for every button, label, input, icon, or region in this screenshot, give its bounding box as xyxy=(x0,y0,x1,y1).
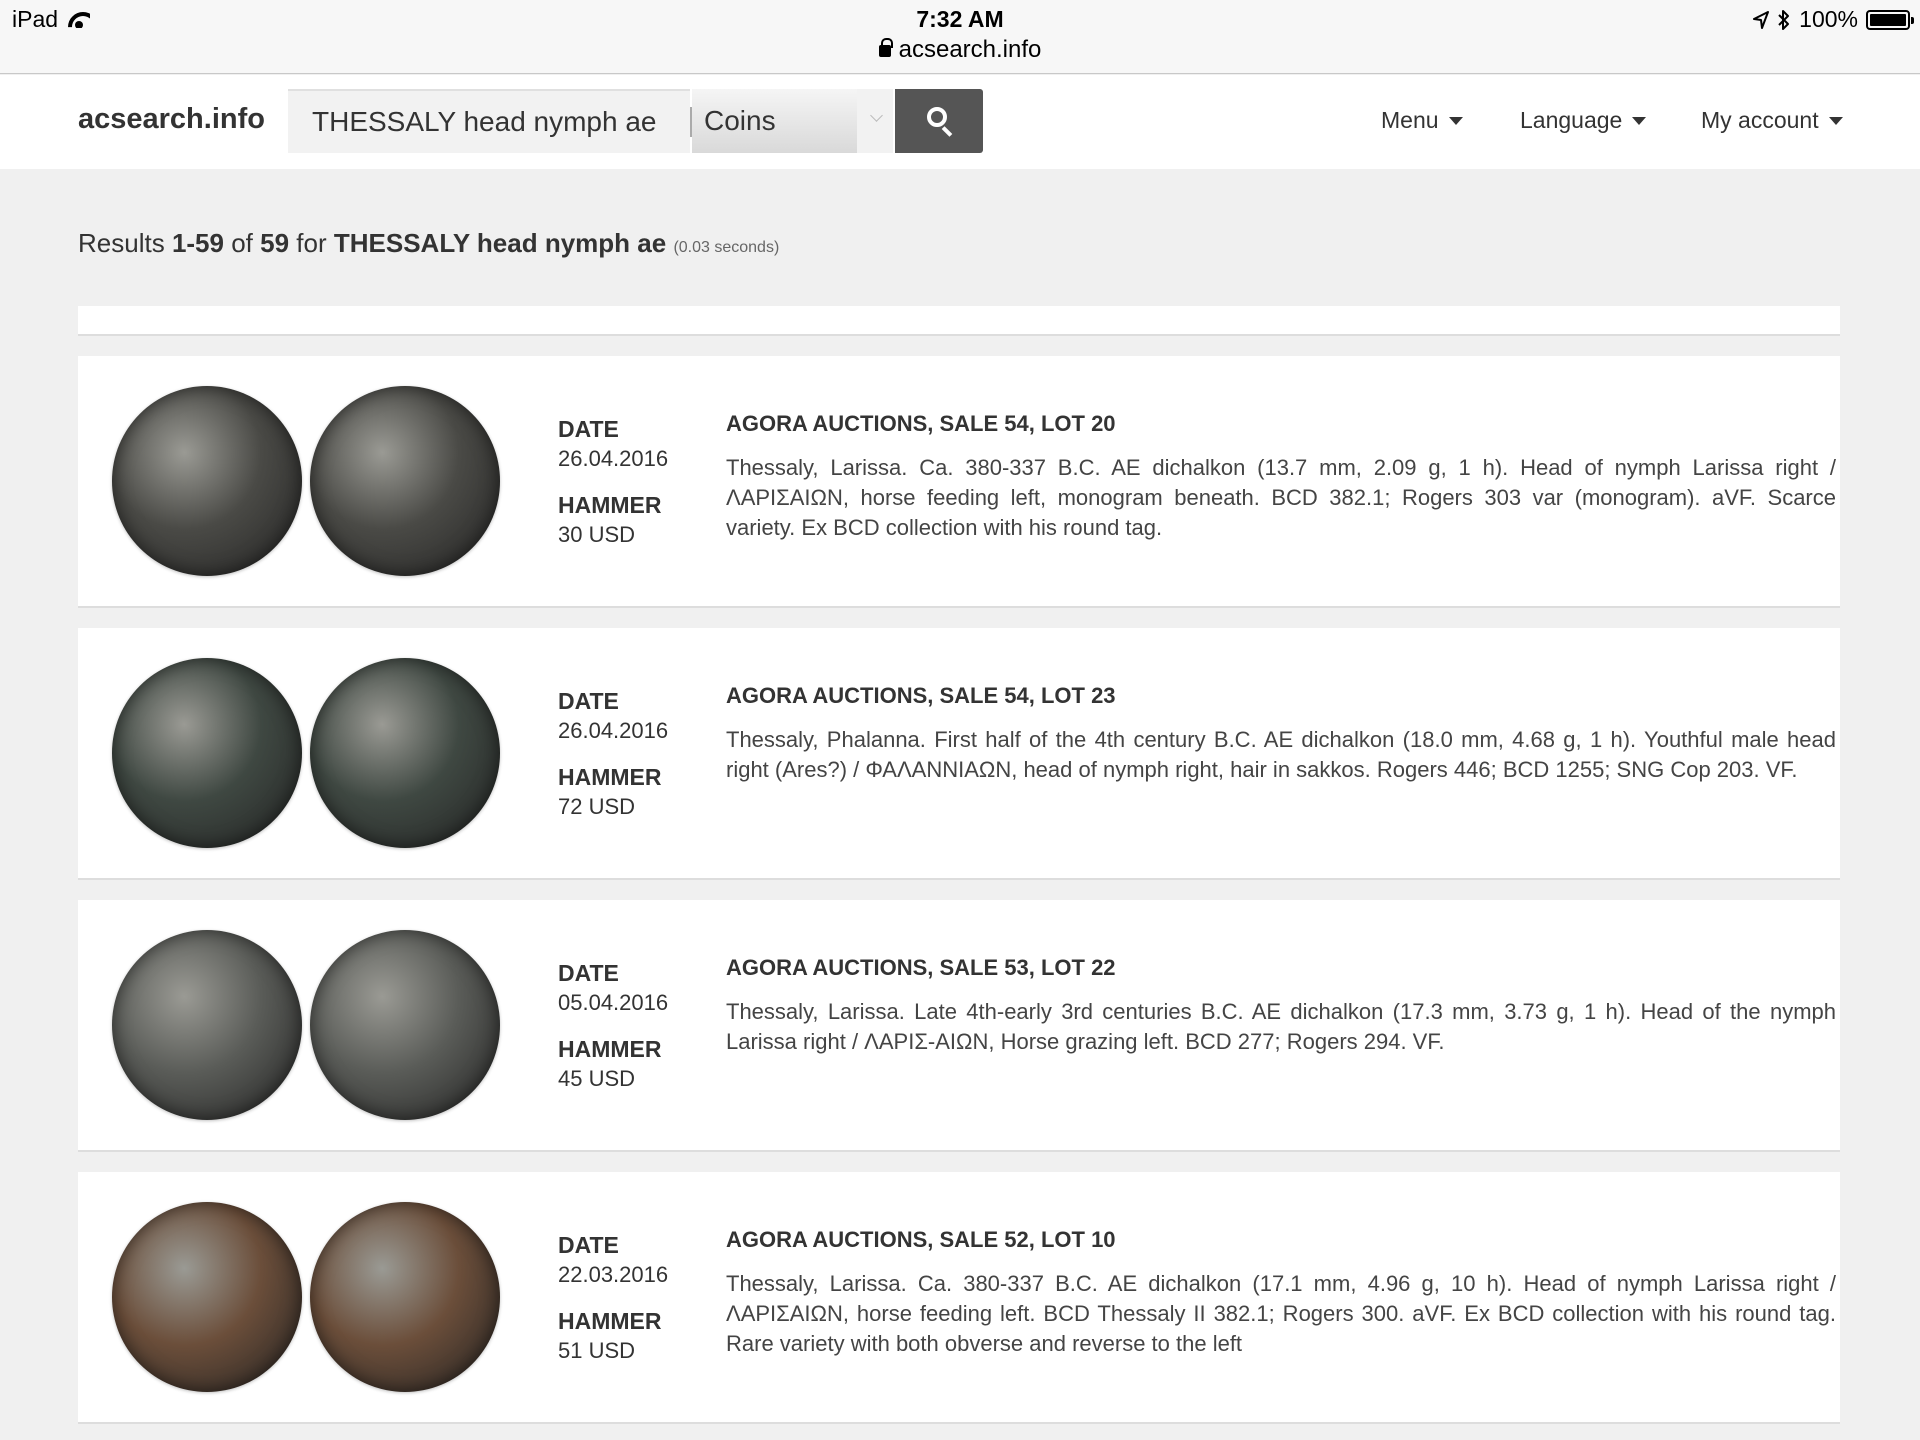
hammer-label: HAMMER xyxy=(558,1036,662,1062)
category-value: Coins xyxy=(704,105,776,136)
hammer-value: 72 USD xyxy=(558,794,636,819)
search-icon xyxy=(927,107,947,127)
bluetooth-icon xyxy=(1778,9,1790,30)
date-label: DATE xyxy=(558,416,619,442)
coin-reverse-image[interactable] xyxy=(310,930,500,1120)
status-time: 7:32 AM xyxy=(916,6,1004,32)
lot-description: Thessaly, Larissa. Ca. 380-337 B.C. AE d… xyxy=(726,1271,1836,1356)
nav-menu[interactable]: Menu xyxy=(1381,107,1463,134)
coin-reverse-image[interactable] xyxy=(310,658,500,848)
coin-reverse-image[interactable] xyxy=(310,386,500,576)
coin-obverse-image[interactable] xyxy=(112,386,302,576)
address-url: acsearch.info xyxy=(898,36,1042,63)
lot-description: Thessaly, Larissa. Late 4th-early 3rd ce… xyxy=(726,999,1836,1054)
address-bar[interactable]: acsearch.info xyxy=(0,36,1920,64)
search-form: Coins xyxy=(288,89,983,153)
nav-account-label: My account xyxy=(1701,107,1819,133)
lock-icon xyxy=(878,38,893,57)
hammer-label: HAMMER xyxy=(558,764,662,790)
lot-title[interactable]: AGORA AUCTIONS, SALE 52, LOT 10 xyxy=(726,1227,1116,1253)
results-toolbar-strip xyxy=(78,306,1840,336)
date-label: DATE xyxy=(558,960,619,986)
summary-for: for xyxy=(296,228,327,258)
date-value: 22.03.2016 xyxy=(558,1262,669,1287)
ios-status-bar: iPad 7:32 AM acsearch.info 100% xyxy=(0,0,1920,74)
location-arrow-icon xyxy=(1753,10,1770,29)
nav-my-account[interactable]: My account xyxy=(1701,107,1843,134)
summary-time: (0.03 seconds) xyxy=(673,239,780,256)
caret-down-icon xyxy=(1448,116,1463,125)
nav-language-label: Language xyxy=(1520,107,1623,133)
battery-icon xyxy=(1866,9,1914,30)
summary-total: 59 xyxy=(260,228,290,258)
hammer-value: 51 USD xyxy=(558,1338,636,1363)
search-button[interactable] xyxy=(895,89,983,153)
coin-obverse-image[interactable] xyxy=(112,1202,302,1392)
hammer-label: HAMMER xyxy=(558,1308,662,1334)
summary-range: 1-59 xyxy=(171,228,224,258)
lot-description: Thessaly, Larissa. Ca. 380-337 B.C. AE d… xyxy=(726,455,1836,540)
status-right: 100% xyxy=(1753,6,1914,33)
site-logo[interactable]: acsearch.info xyxy=(78,103,265,136)
summary-of: of xyxy=(231,228,253,258)
result-card[interactable]: DATE 26.04.2016 HAMMER 72 USD AGORA AUCT… xyxy=(78,628,1840,880)
caret-down-icon xyxy=(1828,116,1843,125)
result-card[interactable]: DATE 05.04.2016 HAMMER 45 USD AGORA AUCT… xyxy=(78,900,1840,1152)
lot-title[interactable]: AGORA AUCTIONS, SALE 53, LOT 22 xyxy=(726,955,1116,981)
result-card[interactable]: DATE 22.03.2016 HAMMER 51 USD AGORA AUCT… xyxy=(78,1172,1840,1424)
results-summary: Results 1-59 of 59 for THESSALY head nym… xyxy=(78,228,779,259)
caret-down-icon xyxy=(1632,116,1647,125)
battery-percent: 100% xyxy=(1799,6,1858,32)
hammer-value: 30 USD xyxy=(558,522,636,547)
coin-obverse-image[interactable] xyxy=(112,930,302,1120)
date-value: 26.04.2016 xyxy=(558,446,669,471)
nav-menu-label: Menu xyxy=(1381,107,1439,133)
hammer-value: 45 USD xyxy=(558,1066,636,1091)
result-card[interactable]: DATE 26.04.2016 HAMMER 30 USD AGORA AUCT… xyxy=(78,356,1840,608)
summary-query: THESSALY head nymph ae xyxy=(333,228,667,258)
site-header: acsearch.info Coins Menu Language My acc… xyxy=(0,75,1920,169)
chevron-down-icon xyxy=(870,109,883,122)
search-input[interactable] xyxy=(288,89,690,153)
coin-reverse-image[interactable] xyxy=(310,1202,500,1392)
summary-prefix: Results xyxy=(78,228,165,258)
date-label: DATE xyxy=(558,1232,619,1258)
lot-description: Thessaly, Phalanna. First half of the 4t… xyxy=(726,727,1836,782)
hammer-label: HAMMER xyxy=(558,492,662,518)
date-label: DATE xyxy=(558,688,619,714)
nav-language[interactable]: Language xyxy=(1520,107,1647,134)
lot-title[interactable]: AGORA AUCTIONS, SALE 54, LOT 23 xyxy=(726,683,1116,709)
lot-title[interactable]: AGORA AUCTIONS, SALE 54, LOT 20 xyxy=(726,411,1116,437)
date-value: 26.04.2016 xyxy=(558,718,669,743)
coin-obverse-image[interactable] xyxy=(112,658,302,848)
date-value: 05.04.2016 xyxy=(558,990,669,1015)
category-select[interactable]: Coins xyxy=(692,89,893,153)
